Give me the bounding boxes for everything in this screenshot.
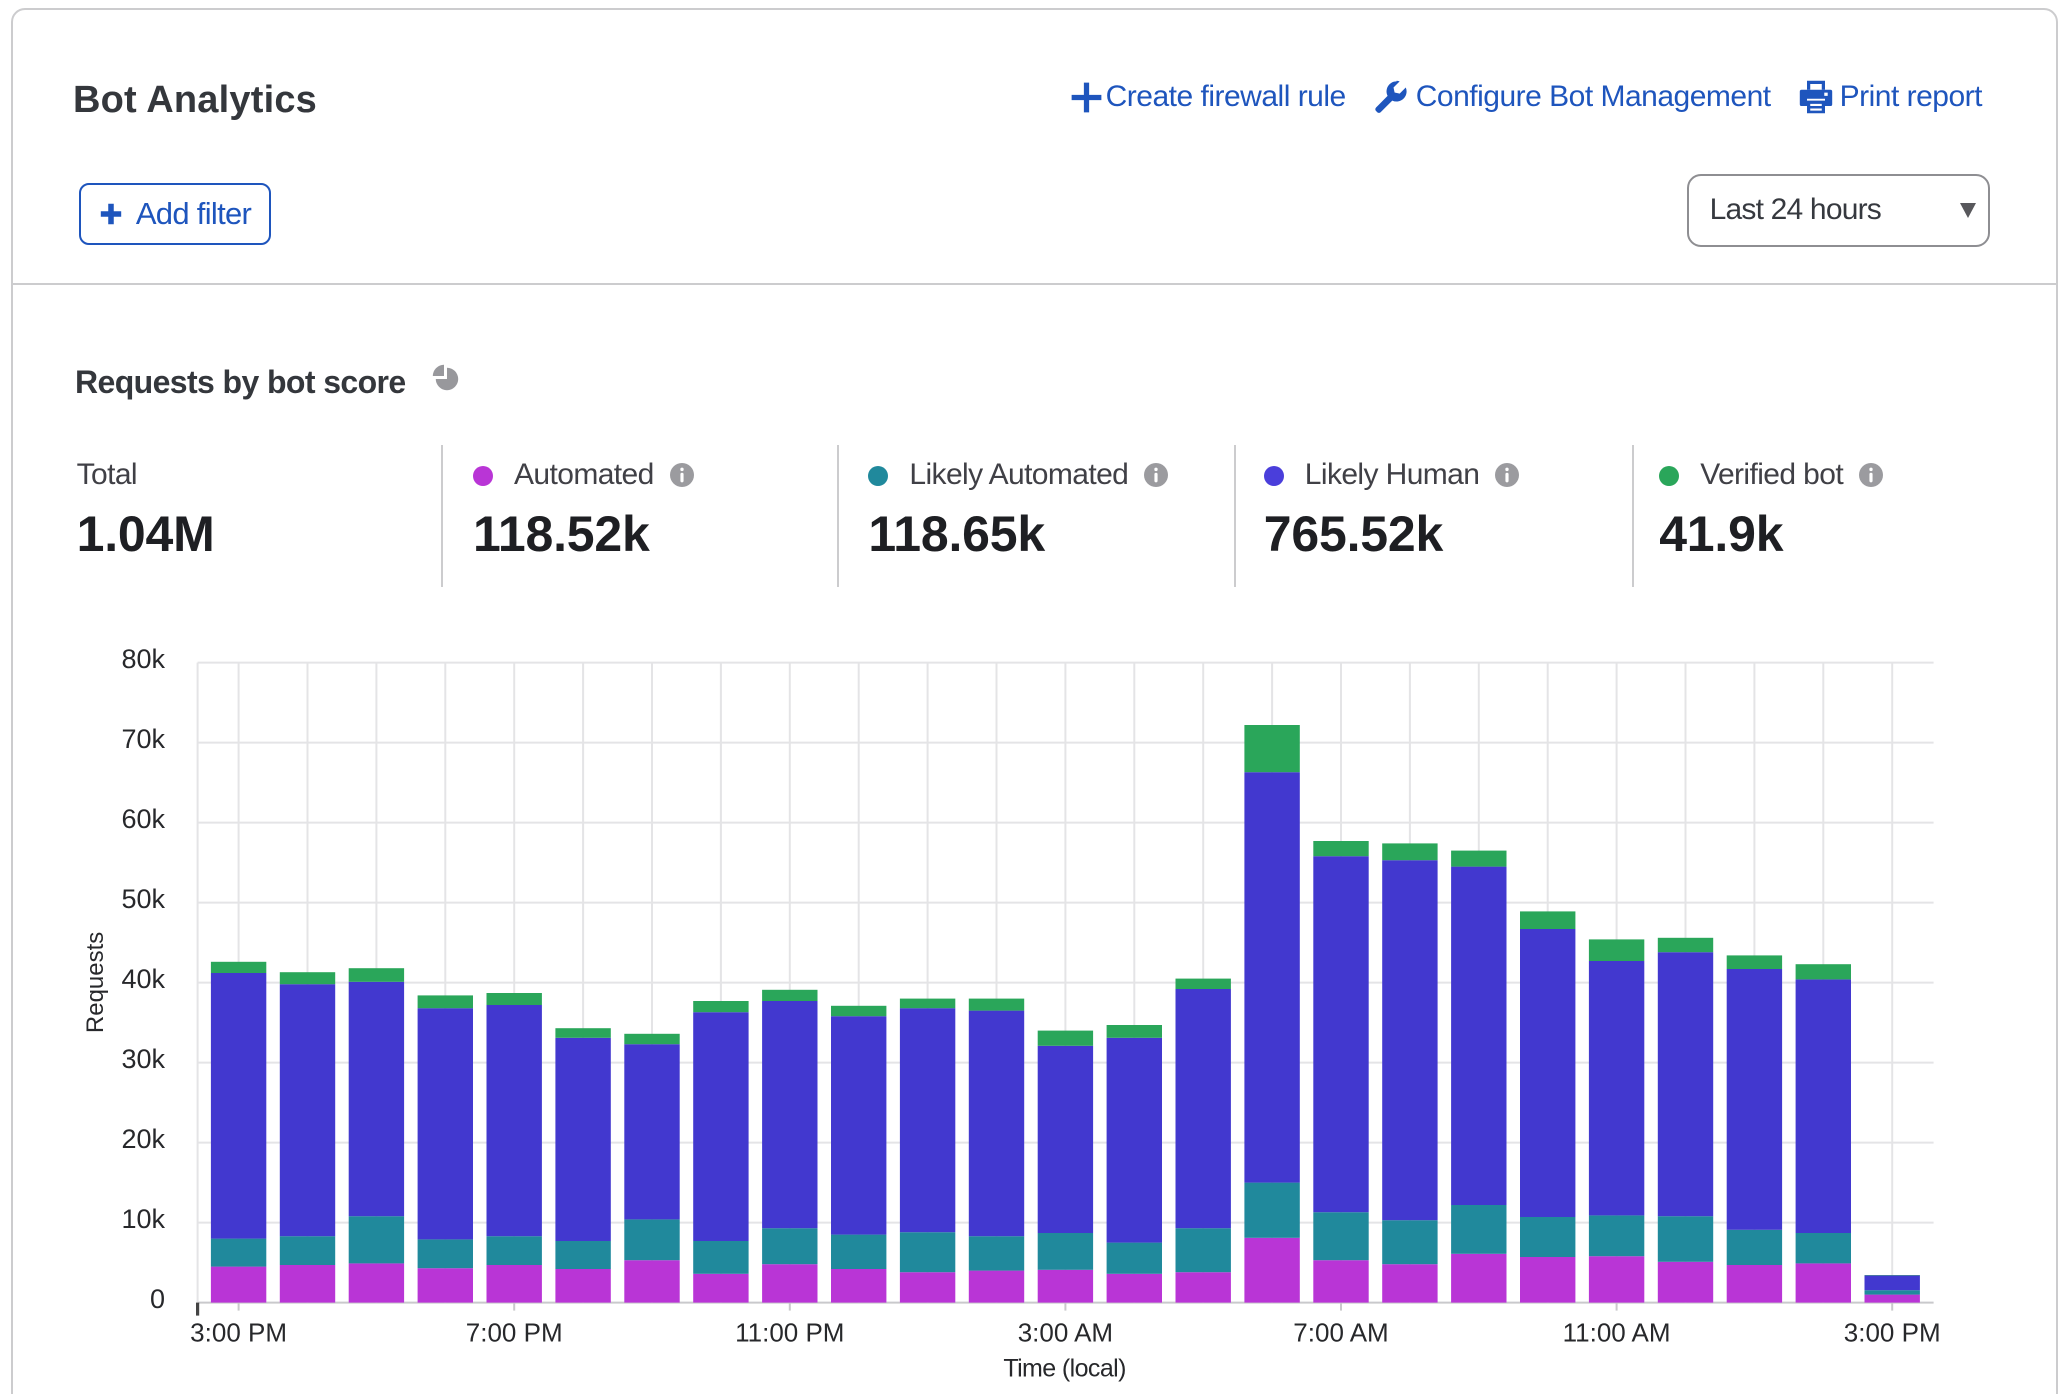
svg-text:70k: 70k [121,724,165,754]
svg-text:50k: 50k [121,884,165,914]
svg-text:20k: 20k [121,1124,165,1154]
svg-text:30k: 30k [121,1044,165,1074]
svg-text:11:00 AM: 11:00 AM [1563,1317,1671,1347]
svg-text:60k: 60k [121,804,165,834]
svg-text:10k: 10k [121,1204,165,1234]
svg-text:3:00 AM: 3:00 AM [1018,1317,1113,1347]
svg-text:80k: 80k [121,644,165,674]
svg-text:3:00 PM: 3:00 PM [1844,1317,1941,1347]
svg-text:Time (local): Time (local) [1003,1355,1125,1383]
svg-text:11:00 PM: 11:00 PM [735,1317,844,1347]
svg-text:7:00 AM: 7:00 AM [1293,1317,1388,1347]
svg-text:Requests: Requests [82,932,109,1033]
svg-text:0: 0 [150,1284,165,1314]
svg-text:7:00 PM: 7:00 PM [466,1317,563,1347]
svg-text:3:00 PM: 3:00 PM [190,1317,287,1347]
svg-text:40k: 40k [121,964,165,994]
